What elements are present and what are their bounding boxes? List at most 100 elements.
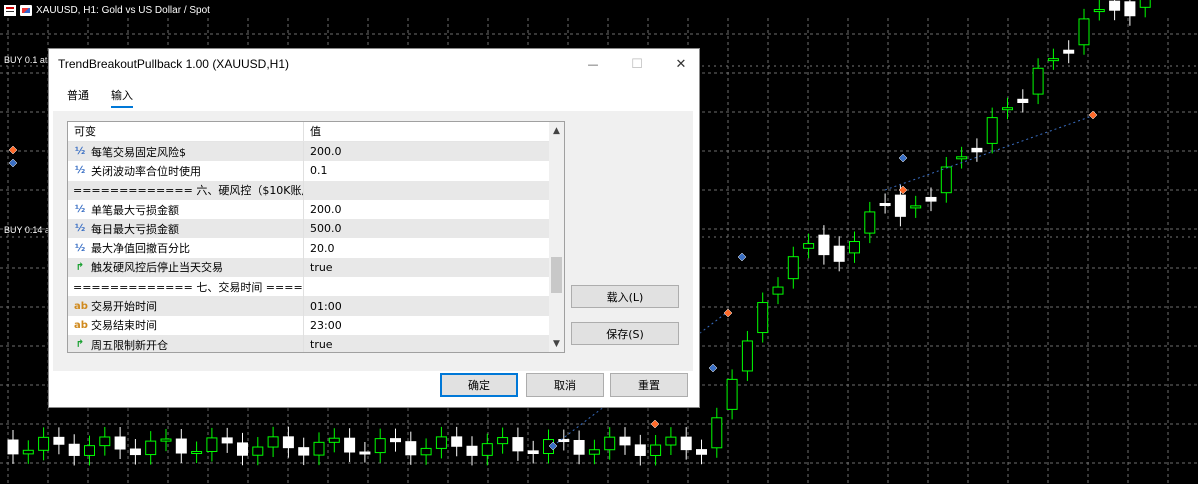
column-header-variable[interactable]: 可变	[68, 122, 304, 141]
input-name: 触发硬风控后停止当天交易	[91, 261, 223, 275]
trade-arrow-icon	[650, 419, 660, 429]
save-button[interactable]: 保存(S)	[571, 322, 679, 345]
scroll-up-icon[interactable]: ▲	[549, 122, 564, 139]
input-value[interactable]	[304, 181, 310, 200]
number-type-icon: ½	[74, 165, 86, 177]
candle-body	[267, 436, 279, 448]
ok-button[interactable]: 确定	[440, 373, 518, 397]
input-value[interactable]: true	[304, 258, 333, 277]
input-value[interactable]: true	[304, 335, 333, 352]
input-value[interactable]: 200.0	[304, 200, 342, 219]
candle-body	[497, 437, 509, 445]
candle-body	[390, 438, 401, 443]
candle-body	[512, 437, 524, 452]
input-value[interactable]: 200.0	[304, 142, 342, 161]
scroll-down-icon[interactable]: ▼	[549, 335, 564, 352]
input-name: 交易开始时间	[91, 300, 157, 314]
input-name-cell: ½ 最大净值回撤百分比	[68, 238, 304, 258]
input-name-cell: ↱ 周五限制新开仓	[68, 334, 304, 352]
input-value[interactable]: 0.1	[304, 161, 328, 180]
close-button[interactable]: ✕	[659, 49, 703, 79]
tab-inputs[interactable]: 输入	[111, 87, 133, 108]
candle-body	[665, 436, 677, 446]
candle-body	[313, 441, 325, 456]
candle-body	[221, 437, 233, 444]
input-name-cell: ab 交易结束时间	[68, 315, 304, 335]
input-row[interactable]: ½ 最大净值回撤百分比 20.0	[68, 238, 564, 258]
candle-body	[22, 449, 34, 455]
candle-body	[298, 447, 310, 456]
candle-body	[849, 241, 860, 254]
input-row[interactable]: ab 交易结束时间 23:00	[68, 315, 564, 335]
input-value[interactable]: 01:00	[304, 296, 342, 315]
bool-type-icon: ↱	[75, 339, 85, 351]
input-name-cell: ½ 关闭波动率合位时使用	[68, 161, 304, 181]
input-value[interactable]: 20.0	[304, 238, 335, 257]
candle-body	[435, 436, 447, 449]
grid-scrollbar[interactable]: ▲ ▼	[549, 122, 564, 352]
candle-body	[619, 436, 631, 446]
grid-header: 可变 值	[68, 122, 564, 142]
dialog-titlebar[interactable]: TrendBreakoutPullback 1.00 (XAUUSD,H1) —…	[49, 49, 699, 79]
trade-arrow-icon	[8, 145, 18, 155]
input-row[interactable]: ½ 关闭波动率合位时使用 0.1	[68, 161, 564, 181]
input-name-cell: ½ 每笔交易固定风险$	[68, 142, 304, 162]
input-value[interactable]: 500.0	[304, 219, 342, 238]
input-row[interactable]: ============= 七、交易时间 =======...	[68, 277, 564, 297]
input-name: 最大净值回撤百分比	[91, 242, 190, 256]
trade-arrow-icon	[898, 153, 908, 163]
input-row[interactable]: ab 交易开始时间 01:00	[68, 296, 564, 316]
input-row[interactable]: ↱ 触发硬风控后停止当天交易 true	[68, 257, 564, 278]
trade-arrow-icon	[8, 158, 18, 168]
candle-body	[864, 211, 876, 234]
input-name: 周五限制新开仓	[91, 338, 168, 352]
candle-body	[726, 378, 738, 410]
input-row[interactable]: ↱ 周五限制新开仓 true	[68, 334, 564, 352]
scroll-thumb[interactable]	[551, 257, 562, 293]
load-button[interactable]: 载入(L)	[571, 285, 679, 308]
input-value[interactable]	[304, 277, 310, 296]
input-name: 交易结束时间	[91, 319, 157, 333]
candle-body	[757, 302, 769, 334]
candle-body	[374, 438, 386, 454]
candle-body	[481, 443, 493, 456]
input-name-cell: ↱ 触发硬风控后停止当天交易	[68, 257, 304, 278]
candle-body	[1047, 58, 1059, 62]
candle-body	[956, 156, 968, 160]
candle-body	[940, 166, 952, 194]
column-header-value[interactable]: 值	[304, 122, 321, 141]
trade-arrow-icon	[708, 363, 718, 373]
reset-button[interactable]: 重置	[610, 373, 688, 397]
candle-body	[344, 437, 356, 453]
input-name-cell: ============= 七、交易时间 =======...	[68, 277, 304, 297]
candle-body	[803, 243, 815, 249]
candle-body	[1063, 49, 1075, 54]
input-row[interactable]: ½ 每日最大亏损金额 500.0	[68, 219, 564, 239]
inputs-panel: 可变 值 ½ 每笔交易固定风险$ 200.0 ½ 关闭波动率合位时使用 0.1 ======…	[53, 111, 693, 371]
input-name: 每日最大亏损金额	[91, 222, 179, 236]
candle-body	[145, 440, 157, 456]
input-row[interactable]: ============= 六、硬风控（$10K账户...	[68, 180, 564, 200]
string-type-icon: ab	[74, 319, 88, 331]
candle-body	[696, 449, 707, 455]
maximize-button[interactable]: ☐	[615, 49, 659, 79]
input-row[interactable]: ½ 单笔最大亏损金额 200.0	[68, 199, 564, 220]
input-name: 关闭波动率合位时使用	[91, 164, 201, 178]
minimize-button[interactable]: —	[571, 49, 615, 79]
cancel-button[interactable]: 取消	[526, 373, 604, 397]
candle-body	[237, 442, 248, 456]
tab-common[interactable]: 普通	[67, 87, 89, 108]
candle-body	[191, 451, 203, 455]
candle-body	[1124, 1, 1136, 17]
candle-body	[1139, 0, 1151, 8]
chart-symbol-title: XAUUSD, H1: Gold vs US Dollar / Spot	[36, 4, 210, 16]
candle-body	[1109, 0, 1121, 11]
candle-body	[527, 450, 539, 455]
candle-body	[53, 436, 65, 445]
candle-body	[1002, 107, 1013, 111]
input-name: ============= 七、交易时间 =======...	[73, 280, 303, 294]
expert-advisor-icon[interactable]	[20, 4, 32, 16]
input-row[interactable]: ½ 每笔交易固定风险$ 200.0	[68, 142, 564, 162]
trade-label-buy-2: BUY 0.14 at	[4, 225, 53, 235]
input-value[interactable]: 23:00	[304, 316, 342, 335]
